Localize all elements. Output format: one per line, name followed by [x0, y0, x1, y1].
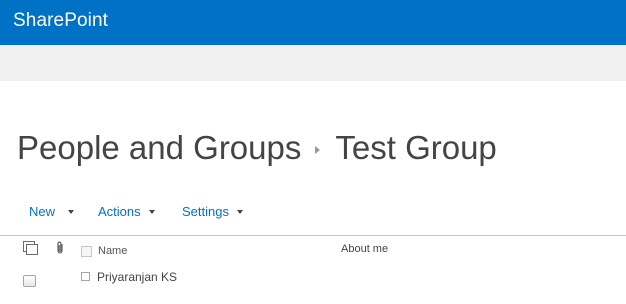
row-select-checkbox[interactable] [23, 275, 36, 287]
new-menu-label: New [29, 204, 56, 219]
column-header-about-me[interactable]: About me [341, 243, 388, 255]
list-header: Name About me [0, 235, 626, 265]
column-header-name[interactable]: Name [98, 245, 127, 257]
select-all-checkbox[interactable] [81, 246, 92, 257]
suite-bar: SharePoint [0, 0, 626, 45]
chevron-down-icon [236, 210, 243, 214]
list-toolbar: New Actions Settings [0, 204, 626, 224]
chevron-down-icon [148, 210, 155, 214]
person-name-link[interactable]: Priyaranjan KS [97, 270, 177, 284]
new-menu-button[interactable]: New [29, 204, 75, 219]
select-items-icon[interactable] [23, 241, 39, 255]
actions-menu-button[interactable]: Actions [98, 204, 155, 219]
ribbon-bar [0, 45, 626, 81]
breadcrumb-current: Test Group [335, 129, 497, 166]
list-item: Priyaranjan KS [0, 265, 626, 295]
paperclip-icon [55, 241, 65, 255]
chevron-down-icon [68, 210, 75, 214]
row-checkbox[interactable] [81, 272, 90, 281]
breadcrumb-parent[interactable]: People and Groups [17, 129, 301, 167]
page-title: People and Groups Test Group [17, 126, 497, 170]
actions-menu-label: Actions [98, 204, 141, 219]
brand-link[interactable]: SharePoint [13, 10, 108, 32]
settings-menu-button[interactable]: Settings [182, 204, 243, 219]
settings-menu-label: Settings [182, 204, 229, 219]
breadcrumb-arrow-icon [315, 145, 321, 154]
